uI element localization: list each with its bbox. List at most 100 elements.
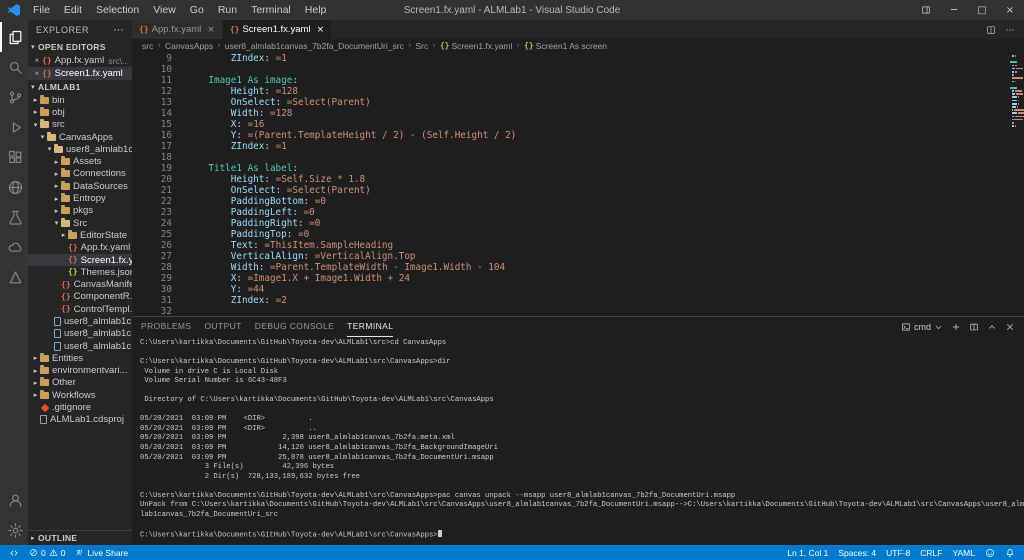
menu-selection[interactable]: Selection	[89, 0, 146, 20]
menu-run[interactable]: Run	[211, 0, 244, 20]
code-line[interactable]: 9 ZIndex: =1	[132, 53, 1007, 64]
code-line[interactable]: 27 VerticalAlign: =VerticalAlign.Top	[132, 251, 1007, 262]
code-area[interactable]: 9 ZIndex: =11011 Image1 As image:12 Heig…	[132, 53, 1024, 316]
tree-item-screen1-fx-y[interactable]: {}Screen1.fx.y...	[28, 254, 132, 266]
notifications-button[interactable]	[1000, 548, 1020, 558]
activity-settings[interactable]	[0, 515, 28, 545]
panel-tab-debug-console[interactable]: DEBUG CONSOLE	[255, 317, 334, 337]
encoding-status[interactable]: UTF-8	[881, 548, 915, 558]
code-line[interactable]: 12 Height: =128	[132, 86, 1007, 97]
code-line[interactable]: 32	[132, 306, 1007, 316]
close-panel-icon[interactable]	[1005, 322, 1015, 332]
open-editor-app-fx-yaml[interactable]: ×{}App.fx.yamlsrc\...	[28, 54, 132, 67]
problems-status[interactable]: 0 0	[24, 545, 70, 560]
code-line[interactable]: 13 OnSelect: =Select(Parent)	[132, 97, 1007, 108]
maximize-panel-icon[interactable]	[987, 322, 997, 332]
tree-item-other[interactable]: ▸Other	[28, 377, 132, 389]
layout-toggle-icon[interactable]	[921, 5, 931, 15]
tree-item-app-fx-yaml[interactable]: {}App.fx.yaml	[28, 242, 132, 254]
activity-power-platform[interactable]	[0, 262, 28, 292]
tree-item-themes-json[interactable]: {}Themes.json	[28, 266, 132, 278]
code-line[interactable]: 19 Title1 As label:	[132, 163, 1007, 174]
tree-item-canvasapps[interactable]: ▾CanvasApps	[28, 131, 132, 143]
menu-go[interactable]: Go	[183, 0, 211, 20]
close-editor-icon[interactable]: ×	[32, 69, 42, 78]
remote-indicator[interactable]	[4, 545, 24, 560]
eol-status[interactable]: CRLF	[915, 548, 947, 558]
panel-tab-problems[interactable]: PROBLEMS	[141, 317, 191, 337]
tree-item-workflows[interactable]: ▸Workflows	[28, 389, 132, 401]
code-line[interactable]: 18	[132, 152, 1007, 163]
code-line[interactable]: 10	[132, 64, 1007, 75]
tree-item-bin[interactable]: ▸bin	[28, 94, 132, 106]
tree-item-datasources[interactable]: ▸DataSources	[28, 180, 132, 192]
code-line[interactable]: 11 Image1 As image:	[132, 75, 1007, 86]
activity-test-explorer[interactable]	[0, 202, 28, 232]
tree-item-user8-almlab1c[interactable]: ▾user8_almlab1c...	[28, 143, 132, 155]
tree-item-pkgs[interactable]: ▸pkgs	[28, 205, 132, 217]
tree-item-connections[interactable]: ▸Connections	[28, 168, 132, 180]
tab-screen1-fx-yaml[interactable]: {}Screen1.fx.yaml×	[223, 20, 332, 39]
menu-help[interactable]: Help	[298, 0, 334, 20]
breadcrumb-item-src[interactable]: Src	[415, 41, 428, 51]
tree-item-obj[interactable]: ▸obj	[28, 106, 132, 118]
code-line[interactable]: 30 Y: =44	[132, 284, 1007, 295]
close-tab-icon[interactable]: ×	[317, 25, 325, 35]
activity-search[interactable]	[0, 52, 28, 82]
code-line[interactable]: 24 PaddingRight: =0	[132, 218, 1007, 229]
cursor-position[interactable]: Ln 1, Col 1	[782, 548, 833, 558]
panel-tab-output[interactable]: OUTPUT	[204, 317, 241, 337]
tree-item-gitignore[interactable]: .gitignore	[28, 401, 132, 413]
code-line[interactable]: 16 Y: =(Parent.TemplateHeight / 2) - (Se…	[132, 130, 1007, 141]
split-editor-icon[interactable]	[986, 25, 996, 35]
code-editor[interactable]: 9 ZIndex: =11011 Image1 As image:12 Heig…	[132, 53, 1007, 316]
maximize-button[interactable]: □	[968, 0, 996, 20]
code-line[interactable]: 21 OnSelect: =Select(Parent)	[132, 185, 1007, 196]
breadcrumb-item-canvasapps[interactable]: CanvasApps	[165, 41, 213, 51]
activity-extensions[interactable]	[0, 142, 28, 172]
tree-item-assets[interactable]: ▸Assets	[28, 155, 132, 167]
code-line[interactable]: 20 Height: =Self.Size * 1.8	[132, 174, 1007, 185]
tree-item-user8-almlab1c[interactable]: user8_almlab1c...	[28, 328, 132, 340]
close-window-button[interactable]: ×	[996, 0, 1024, 20]
code-line[interactable]: 17 ZIndex: =1	[132, 141, 1007, 152]
tree-item-entities[interactable]: ▸Entities	[28, 352, 132, 364]
tree-item-src[interactable]: ▾src	[28, 119, 132, 131]
outline-header[interactable]: ▸ OUTLINE	[28, 530, 132, 545]
code-line[interactable]: 26 Text: =ThisItem.SampleHeading	[132, 240, 1007, 251]
code-line[interactable]: 31 ZIndex: =2	[132, 295, 1007, 306]
menu-terminal[interactable]: Terminal	[244, 0, 298, 20]
tab-app-fx-yaml[interactable]: {}App.fx.yaml×	[132, 20, 223, 39]
workspace-header[interactable]: ▾ ALMLAB1	[28, 80, 132, 94]
activity-account[interactable]	[0, 485, 28, 515]
code-line[interactable]: 15 X: =16	[132, 119, 1007, 130]
minimize-button[interactable]: ─	[940, 0, 968, 20]
terminal-selector[interactable]: cmd	[901, 322, 943, 332]
tree-item-canvasmanifes[interactable]: {}CanvasManifes...	[28, 278, 132, 290]
live-share-button[interactable]: Live Share	[70, 545, 133, 560]
tree-item-controltempl[interactable]: {}ControlTempl...	[28, 303, 132, 315]
open-editors-header[interactable]: ▾ OPEN EDITORS	[28, 40, 132, 54]
activity-remote-explorer[interactable]	[0, 172, 28, 202]
activity-source-control[interactable]	[0, 82, 28, 112]
views-more-actions-icon[interactable]: ⋯	[114, 25, 125, 36]
code-line[interactable]: 14 Width: =128	[132, 108, 1007, 119]
breadcrumb-item-user8-almlab1canvas-7b2fa-documenturi-src[interactable]: user8_almlab1canvas_7b2fa_DocumentUri_sr…	[225, 41, 404, 51]
code-line[interactable]: 29 X: =Image1.X + Image1.Width + 24	[132, 273, 1007, 284]
breadcrumb-item-src[interactable]: src	[142, 41, 153, 51]
code-line[interactable]: 23 PaddingLeft: =0	[132, 207, 1007, 218]
new-terminal-icon[interactable]	[951, 322, 961, 332]
menu-file[interactable]: File	[26, 0, 57, 20]
activity-explorer[interactable]	[0, 22, 28, 52]
terminal-output[interactable]: C:\Users\kartikka\Documents\GitHub\Toyot…	[132, 337, 1024, 545]
tree-item-editorstate[interactable]: ▸EditorState	[28, 229, 132, 241]
feedback-button[interactable]	[980, 548, 1000, 558]
close-editor-icon[interactable]: ×	[32, 56, 42, 65]
more-actions-icon[interactable]	[1005, 25, 1015, 35]
tree-item-environmentvari[interactable]: ▸environmentvari...	[28, 365, 132, 377]
tree-item-user8-almlab1c[interactable]: user8_almlab1c...	[28, 315, 132, 327]
tree-item-entropy[interactable]: ▸Entropy	[28, 192, 132, 204]
breadcrumb-item-screen1-as-screen[interactable]: {}Screen1 As screen	[524, 41, 607, 51]
menu-view[interactable]: View	[146, 0, 183, 20]
split-terminal-icon[interactable]	[969, 322, 979, 332]
